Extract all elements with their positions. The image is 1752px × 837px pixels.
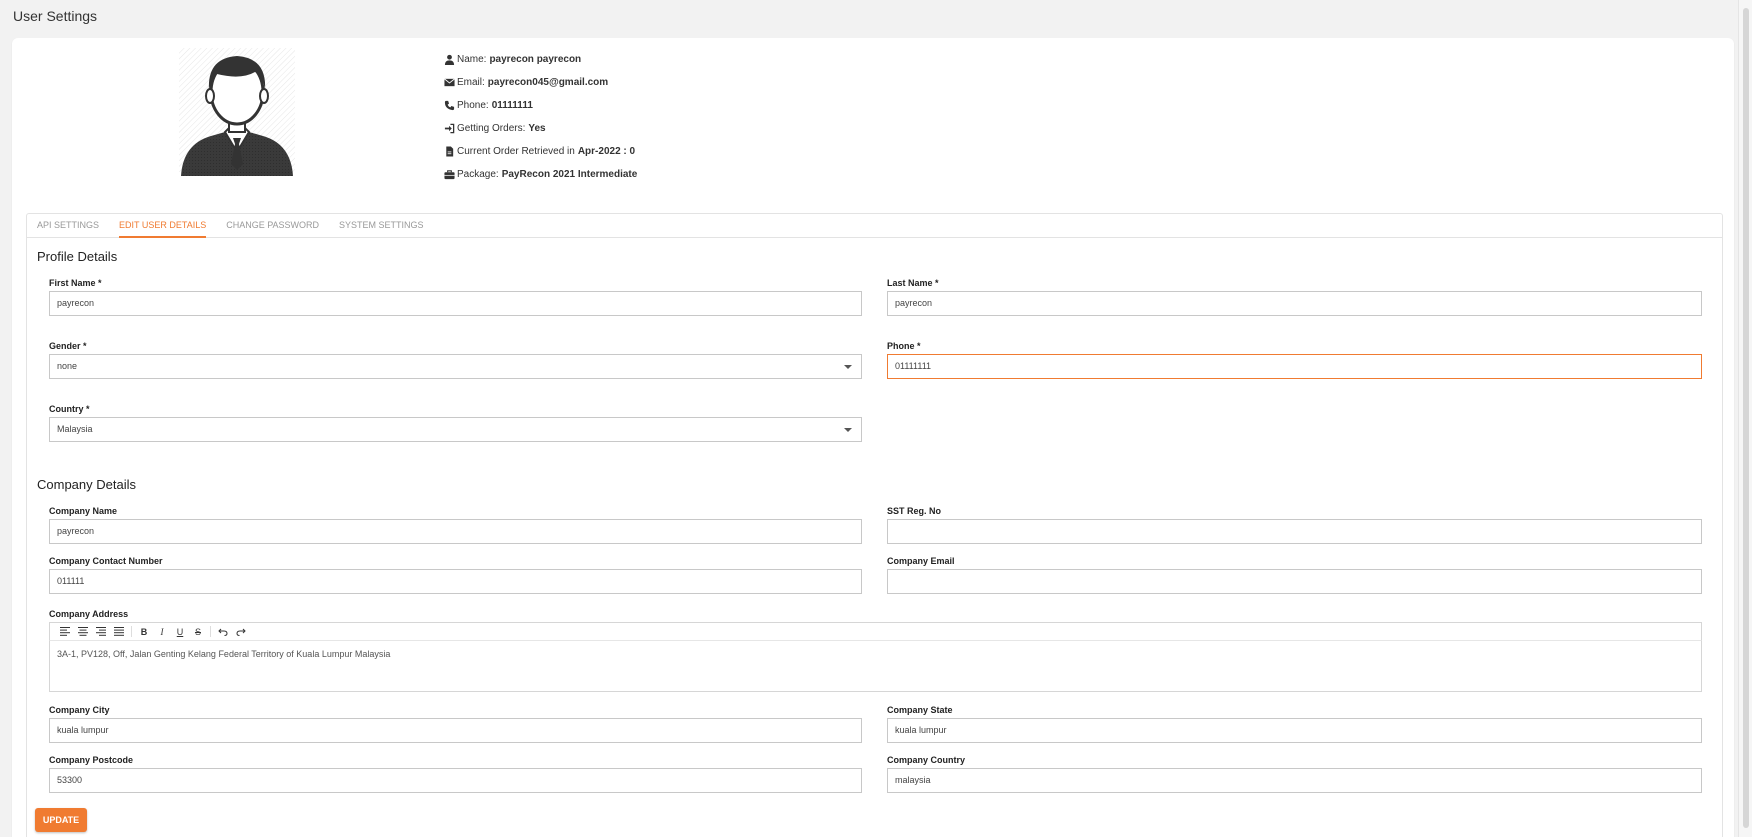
info-phone-value: 01111111 (491, 100, 533, 111)
company-contact-label: Company Contact Number (49, 556, 163, 566)
sst-reg-label: SST Reg. No (887, 506, 942, 516)
first-name-input[interactable]: payrecon (49, 291, 862, 316)
settings-card: Name: payrecon payrecon Email: payrecon0… (12, 38, 1734, 837)
company-address-editor: Company Address B I U S 3A-1, PV128, Off… (49, 609, 1702, 692)
toolbar-divider (207, 626, 211, 637)
align-justify-icon[interactable] (110, 623, 128, 640)
info-email-value: payrecon045@gmail.com (487, 77, 609, 88)
gender-label: Gender * (49, 341, 87, 351)
dropdown-caret-icon (844, 365, 852, 369)
info-email-label: Email: (457, 77, 485, 88)
info-retrieved-value: Apr-2022 : 0 (577, 146, 636, 157)
tab-api-settings[interactable]: API SETTINGS (37, 214, 99, 238)
company-postcode-input[interactable]: 53300 (49, 768, 862, 793)
country-select[interactable]: Malaysia (49, 417, 862, 442)
info-email: Email: payrecon045@gmail.com (444, 71, 637, 94)
info-retrieved-label: Current Order Retrieved in (457, 146, 575, 157)
company-country-field: Company Country malaysia (887, 755, 1702, 793)
info-phone-label: Phone: (457, 100, 489, 111)
tab-edit-user-details[interactable]: EDIT USER DETAILS (119, 214, 207, 238)
sign-in-icon (444, 123, 455, 134)
company-state-input[interactable]: kuala lumpur (887, 718, 1702, 743)
company-name-field: Company Name payrecon (49, 506, 862, 544)
company-contact-field: Company Contact Number 011111 (49, 556, 862, 594)
phone-input[interactable]: 01111111 (887, 354, 1702, 379)
scrollbar-thumb[interactable] (1743, 8, 1749, 828)
profile-info: Name: payrecon payrecon Email: payrecon0… (444, 48, 637, 186)
company-postcode-label: Company Postcode (49, 755, 134, 765)
company-name-label: Company Name (49, 506, 118, 516)
info-name: Name: payrecon payrecon (444, 48, 637, 71)
info-package: Package: PayRecon 2021 Intermediate (444, 163, 637, 186)
company-city-label: Company City (49, 705, 110, 715)
country-field: Country * Malaysia (49, 404, 862, 442)
settings-tabs-panel: API SETTINGS EDIT USER DETAILS CHANGE PA… (26, 213, 1723, 837)
company-details-title: Company Details (37, 477, 136, 492)
company-contact-input[interactable]: 011111 (49, 569, 862, 594)
gender-select[interactable]: none (49, 354, 862, 379)
align-right-icon[interactable] (92, 623, 110, 640)
profile-details-title: Profile Details (37, 249, 118, 264)
info-name-value: payrecon payrecon (489, 54, 582, 65)
company-state-label: Company State (887, 705, 953, 715)
info-orders: Getting Orders: Yes (444, 117, 637, 140)
company-name-input[interactable]: payrecon (49, 519, 862, 544)
country-label: Country * (49, 404, 90, 414)
gender-value: none (57, 361, 78, 371)
company-address-input[interactable]: 3A-1, PV128, Off, Jalan Genting Kelang F… (49, 641, 1702, 692)
first-name-label: First Name * (49, 278, 102, 288)
last-name-label: Last Name * (887, 278, 939, 288)
align-left-icon[interactable] (56, 623, 74, 640)
first-name-field: First Name * payrecon (49, 278, 862, 316)
sst-reg-field: SST Reg. No (887, 506, 1702, 544)
company-postcode-field: Company Postcode 53300 (49, 755, 862, 793)
info-orders-value: Yes (528, 123, 546, 134)
company-city-field: Company City kuala lumpur (49, 705, 862, 743)
company-state-field: Company State kuala lumpur (887, 705, 1702, 743)
info-package-label: Package: (457, 169, 499, 180)
company-city-input[interactable]: kuala lumpur (49, 718, 862, 743)
briefcase-icon (444, 170, 455, 180)
company-address-label: Company Address (49, 609, 129, 619)
italic-icon[interactable]: I (153, 623, 171, 640)
sst-reg-input[interactable] (887, 519, 1702, 544)
company-country-label: Company Country (887, 755, 966, 765)
info-retrieved: Current Order Retrieved in Apr-2022 : 0 (444, 140, 637, 163)
page-title: User Settings (13, 8, 98, 24)
redo-icon[interactable] (232, 623, 250, 640)
company-email-label: Company Email (887, 556, 955, 566)
update-button[interactable]: UPDATE (35, 808, 87, 832)
info-name-label: Name: (457, 54, 487, 65)
underline-icon[interactable]: U (171, 623, 189, 640)
last-name-field: Last Name * payrecon (887, 278, 1702, 316)
tab-system-settings[interactable]: SYSTEM SETTINGS (339, 214, 424, 238)
user-icon (444, 54, 455, 65)
company-email-field: Company Email (887, 556, 1702, 594)
align-center-icon[interactable] (74, 623, 92, 640)
tab-change-password[interactable]: CHANGE PASSWORD (226, 214, 319, 238)
phone-icon (444, 100, 455, 111)
company-email-input[interactable] (887, 569, 1702, 594)
phone-label: Phone * (887, 341, 921, 351)
file-icon (446, 146, 454, 157)
gender-field: Gender * none (49, 341, 862, 379)
bold-icon[interactable]: B (135, 623, 153, 640)
info-orders-label: Getting Orders: (457, 123, 526, 134)
toolbar-divider (128, 626, 132, 637)
strikethrough-icon[interactable]: S (189, 623, 207, 640)
info-package-value: PayRecon 2021 Intermediate (501, 169, 638, 180)
scrollbar[interactable] (1738, 0, 1752, 837)
phone-field: Phone * 01111111 (887, 341, 1702, 379)
editor-toolbar: B I U S (49, 622, 1702, 641)
settings-tabs: API SETTINGS EDIT USER DETAILS CHANGE PA… (27, 214, 1722, 238)
info-phone: Phone: 01111111 (444, 94, 637, 117)
envelope-icon (444, 78, 455, 87)
undo-icon[interactable] (214, 623, 232, 640)
last-name-input[interactable]: payrecon (887, 291, 1702, 316)
dropdown-caret-icon (844, 428, 852, 432)
country-value: Malaysia (57, 424, 93, 434)
user-avatar (179, 48, 295, 176)
company-country-input[interactable]: malaysia (887, 768, 1702, 793)
